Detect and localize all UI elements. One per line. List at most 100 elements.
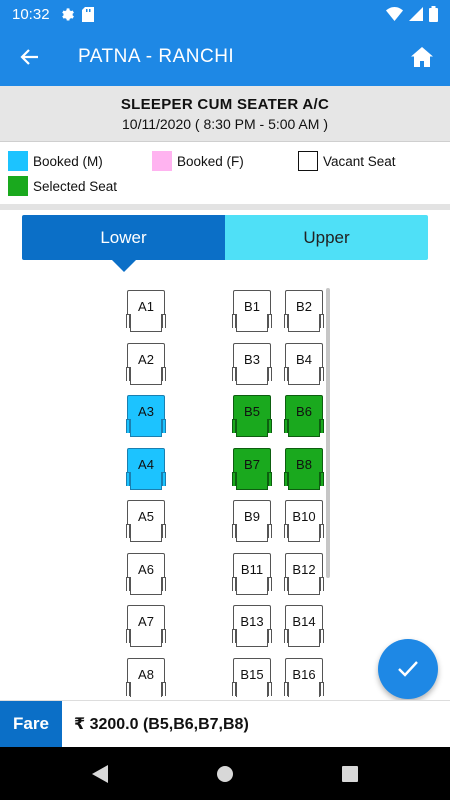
seat-label: A3 [138,404,154,419]
seat-arm [232,471,236,486]
seat-arm [320,681,324,696]
square-recents-icon [342,765,358,782]
tab-lower-label: Lower [100,227,147,247]
nav-home-button[interactable] [210,759,240,789]
tab-upper-label: Upper [303,227,350,247]
tab-lower[interactable]: Lower [22,215,225,272]
seat-label: A4 [138,456,154,472]
arrow-left-icon [20,49,38,65]
seat-legend: Booked (M) Booked (F) Vacant Seat Select… [0,142,450,210]
seat-arm [232,524,236,538]
seat-label: A2 [138,351,154,367]
seat-label: B15 [240,666,264,682]
seat-a1[interactable]: A1 [126,290,166,334]
seat-base [130,524,162,542]
seat-arm [232,576,236,591]
seat-arm [320,629,324,643]
seat-arm [126,366,130,381]
seat-label: B12 [292,561,316,577]
home-button[interactable] [402,37,442,77]
seat-a8[interactable]: A8 [126,657,166,697]
circle-home-icon [217,765,233,782]
seat-b6[interactable]: B6 [284,395,324,439]
seat-arm [126,629,130,643]
system-nav-bar [0,747,450,800]
seat-arm [320,524,324,538]
seat-b8[interactable]: B8 [284,447,324,492]
seat-base [130,471,162,490]
seat-a3[interactable]: A3 [126,395,166,439]
seat-base [288,471,320,490]
seat-arm [126,419,130,433]
seat-b7[interactable]: B7 [232,447,272,492]
seat-a2[interactable]: A2 [126,342,166,387]
seat-arm [126,314,130,328]
seat-a7[interactable]: A7 [126,605,166,649]
seat-arm [284,681,288,696]
nav-recents-button[interactable] [335,759,365,789]
journey-date: 10/11/2020 ( 8:30 PM - 5:00 AM ) [122,116,328,132]
seat-a6[interactable]: A6 [126,552,166,597]
seat-b15[interactable]: B15 [232,657,272,697]
seat-arm [320,366,324,381]
seat-base [130,629,162,647]
seat-arm [232,314,236,328]
seat-label: B7 [244,456,260,472]
seat-b5[interactable]: B5 [232,395,272,439]
seat-b14[interactable]: B14 [284,605,324,649]
seat-arm [162,419,166,433]
tab-indicator-arrow [112,260,136,272]
seat-b16[interactable]: B16 [284,657,324,697]
seat-label: B5 [244,404,260,419]
bus-type: SLEEPER CUM SEATER A/C [120,96,330,113]
seat-base [236,681,268,697]
seat-base [236,629,268,647]
seat-arm [284,576,288,591]
seat-arm [232,629,236,643]
seat-b4[interactable]: B4 [284,342,324,387]
back-button[interactable] [0,28,60,86]
seat-a5[interactable]: A5 [126,500,166,544]
legend-swatch [298,151,318,171]
seat-b2[interactable]: B2 [284,290,324,334]
seat-arm [232,681,236,696]
seat-arm [268,419,272,433]
confirm-button[interactable] [378,639,438,699]
seat-base [236,366,268,385]
seat-map-scrollbar[interactable] [326,288,330,578]
seat-map: A1 A2 A3 A4 A5 A6 A7 A8 B1 B2 B3 B4 B5 B6 B7 B8 B9 B10 B11… [0,272,450,697]
seat-base [236,314,268,332]
seat-b1[interactable]: B1 [232,290,272,334]
seat-arm [320,419,324,433]
seat-b13[interactable]: B13 [232,605,272,649]
seat-b10[interactable]: B10 [284,500,324,544]
seat-arm [126,524,130,538]
bus-info: SLEEPER CUM SEATER A/C 10/11/2020 ( 8:30… [0,86,450,142]
seat-arm [232,419,236,433]
seat-label: A1 [138,299,154,314]
seat-label: B1 [244,299,260,314]
seat-base [130,576,162,595]
status-bar: 10:32 [0,0,450,28]
legend-swatch [8,151,28,171]
legend-label: Vacant Seat [323,153,396,169]
seat-base [288,314,320,332]
status-time: 10:32 [12,5,50,23]
legend-swatch [8,176,28,196]
nav-back-button[interactable] [85,759,115,789]
seat-a4[interactable]: A4 [126,447,166,492]
seat-arm [162,471,166,486]
check-icon [398,661,418,677]
legend-label: Booked (M) [33,153,103,169]
seat-arm [162,314,166,328]
seat-b9[interactable]: B9 [232,500,272,544]
seat-b12[interactable]: B12 [284,552,324,597]
seat-base [288,681,320,697]
seat-b11[interactable]: B11 [232,552,272,597]
seat-b3[interactable]: B3 [232,342,272,387]
tab-upper[interactable]: Upper [225,215,428,260]
status-left-icons [60,6,94,22]
seat-arm [268,314,272,328]
seat-arm [268,576,272,591]
seat-label: B2 [296,299,312,314]
